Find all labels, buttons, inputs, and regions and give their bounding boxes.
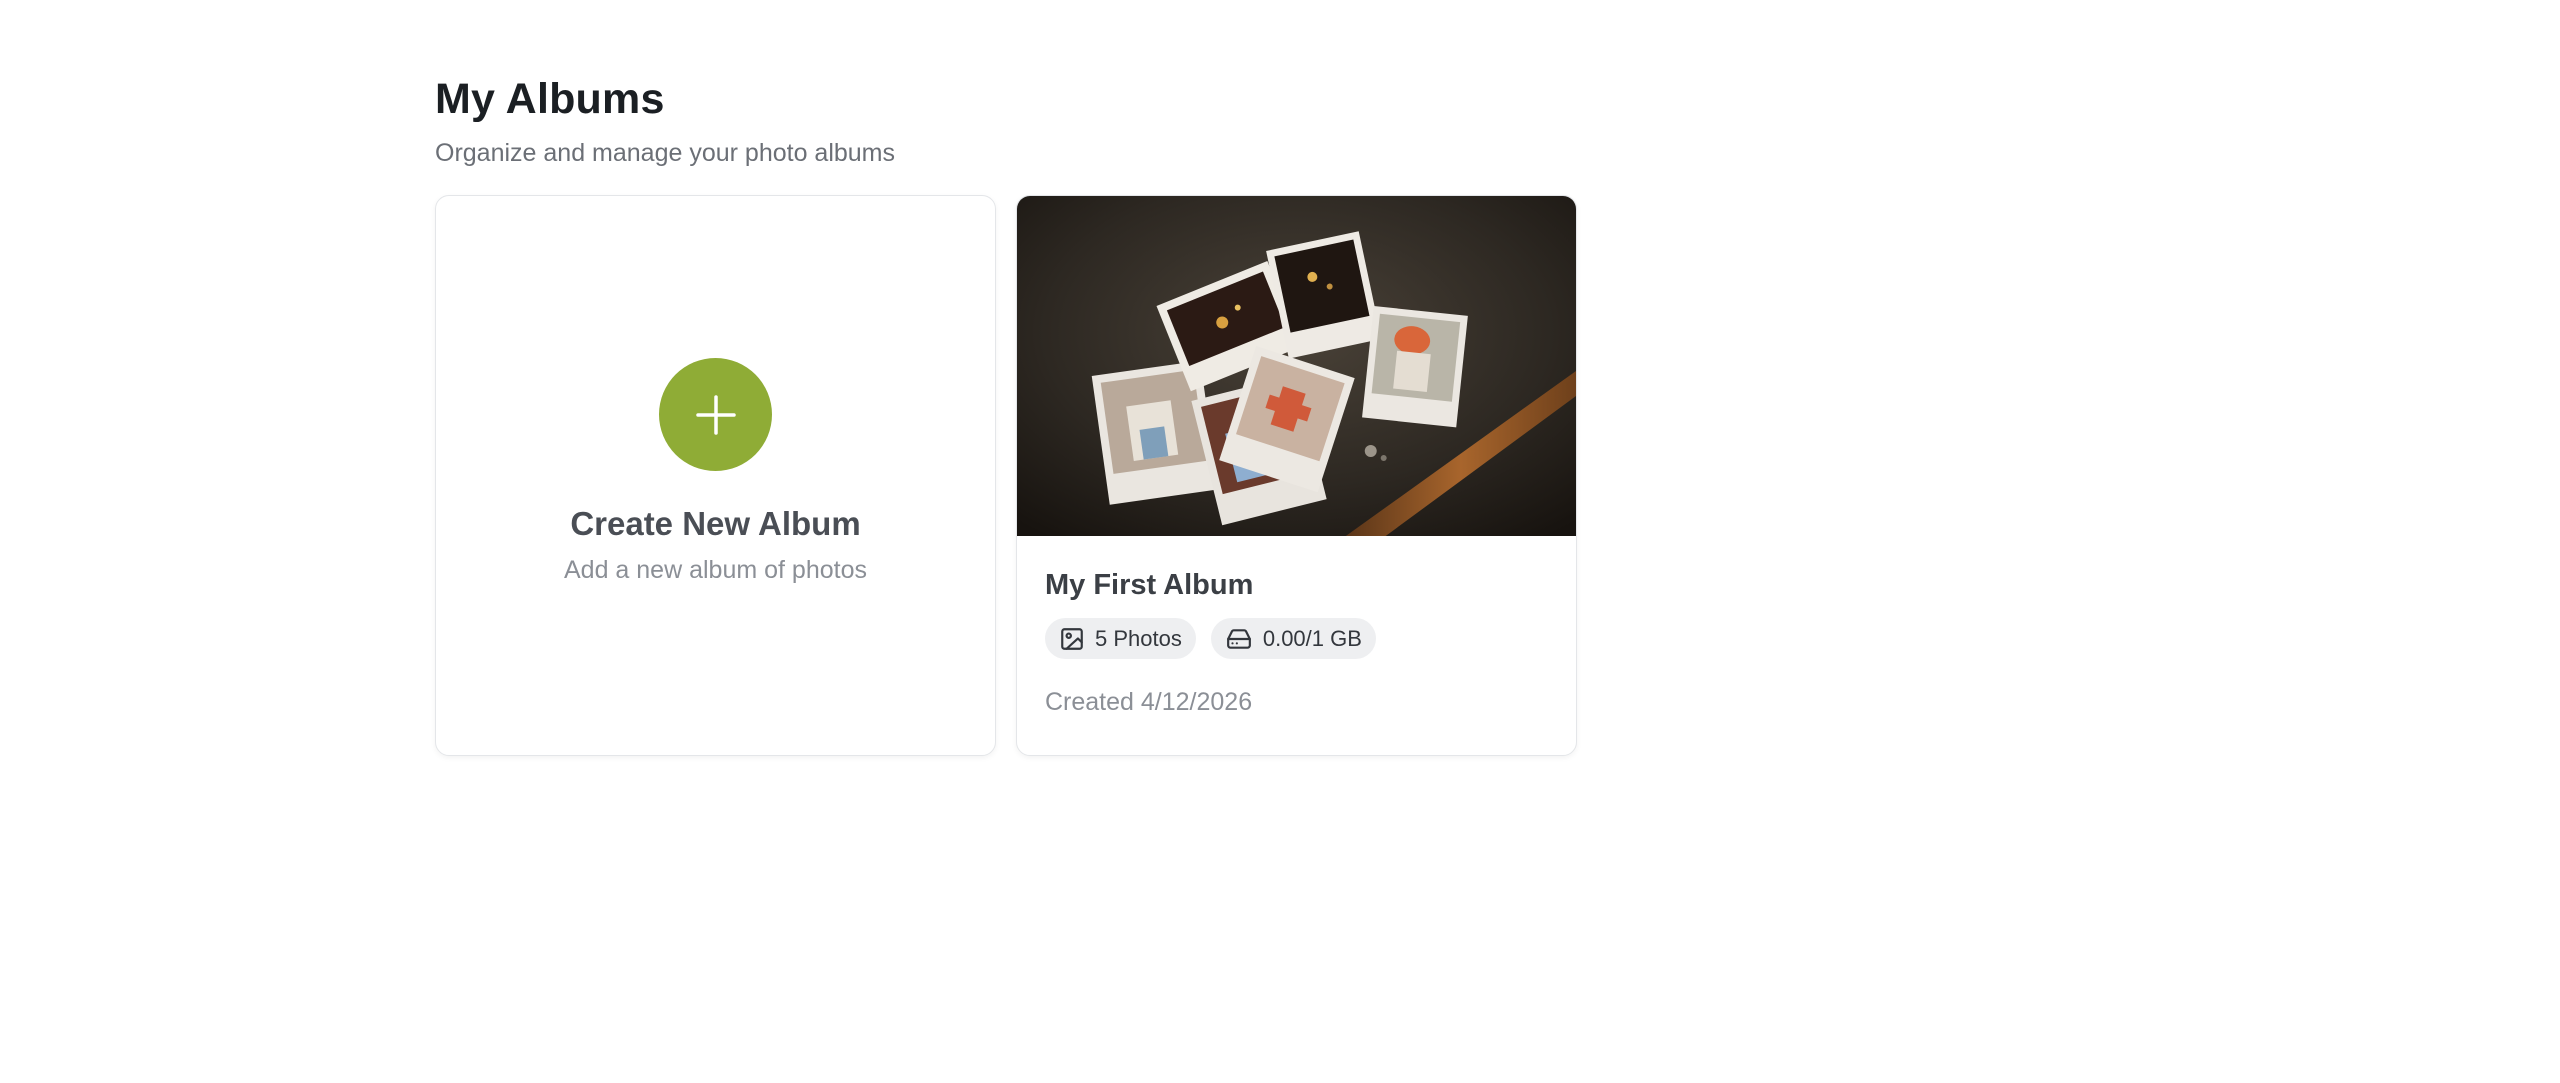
image-icon	[1061, 627, 1083, 650]
album-info: My First Album 5 Photos 0.00/1 GB Create…	[1017, 536, 1576, 719]
storage-badge: 0.00/1 GB	[1210, 618, 1376, 659]
album-created-date: Created 4/12/2026	[1045, 688, 1253, 716]
photo-count-label: 5 Photos	[1095, 625, 1182, 651]
create-album-card[interactable]: Create New Album Add a new album of phot…	[435, 195, 996, 756]
create-album-title: Create New Album	[570, 505, 861, 542]
album-grid: Create New Album Add a new album of phot…	[435, 195, 1577, 756]
create-album-content: Create New Album Add a new album of phot…	[436, 358, 995, 587]
create-album-subtitle: Add a new album of photos	[564, 556, 867, 584]
plus-icon	[695, 394, 736, 435]
album-stats: 5 Photos 0.00/1 GB	[1045, 618, 1548, 659]
page-subtitle: Organize and manage your photo albums	[435, 139, 896, 167]
album-card[interactable]: My First Album 5 Photos 0.00/1 GB Create…	[1016, 195, 1577, 756]
create-album-button[interactable]	[659, 358, 772, 471]
album-name: My First Album	[1045, 569, 1254, 601]
albums-page: My Albums Organize and manage your photo…	[435, 70, 1635, 756]
page-title: My Albums	[435, 75, 665, 123]
hard-drive-icon	[1226, 628, 1251, 649]
album-cover-image	[1017, 196, 1576, 536]
storage-label: 0.00/1 GB	[1262, 625, 1362, 651]
photo-count-badge: 5 Photos	[1045, 618, 1196, 659]
